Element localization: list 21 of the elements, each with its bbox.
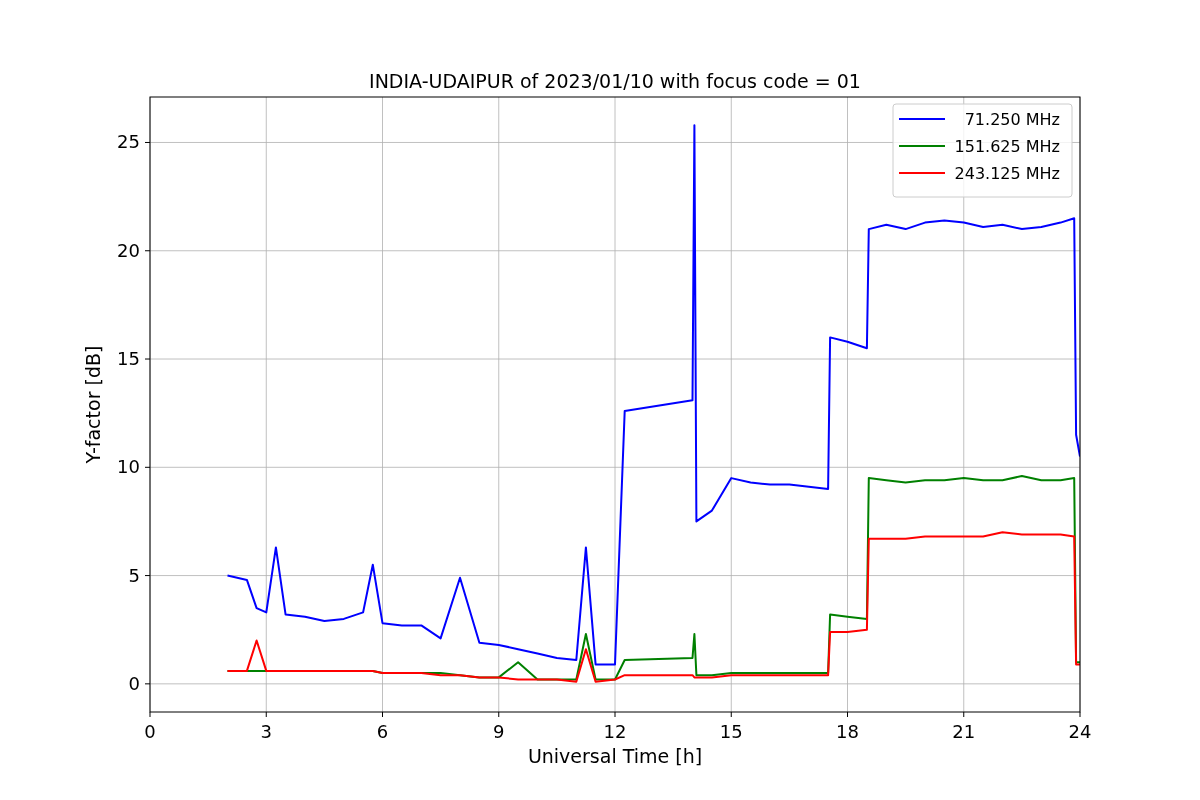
x-tick-label: 18 (836, 721, 859, 742)
x-tick-label: 24 (1068, 721, 1092, 742)
x-tick-label: 9 (493, 721, 505, 742)
x-tick-label: 0 (144, 721, 156, 742)
y-tick-label: 25 (117, 131, 140, 153)
x-tick-label: 15 (719, 721, 743, 742)
legend-label: 151.625 MHz (954, 137, 1060, 156)
chart-title: INDIA-UDAIPUR of 2023/01/10 with focus code = 01 (369, 70, 861, 92)
x-tick-label: 12 (603, 721, 627, 742)
y-tick-label: 10 (117, 456, 140, 478)
y-tick-label: 0 (128, 672, 140, 694)
x-tick-label: 3 (260, 721, 272, 742)
y-axis-label: Y-factor [dB] (82, 345, 104, 464)
x-tick-label: 21 (952, 721, 976, 742)
legend-label: 71.250 MHz (964, 110, 1060, 129)
legend-label: 243.125 MHz (954, 164, 1060, 183)
y-tick-label: 5 (128, 564, 140, 586)
x-tick-label: 6 (376, 721, 389, 742)
y-tick-label: 15 (117, 348, 140, 369)
x-axis-label: Universal Time [h] (527, 745, 703, 767)
y-tick-label: 20 (117, 239, 140, 261)
